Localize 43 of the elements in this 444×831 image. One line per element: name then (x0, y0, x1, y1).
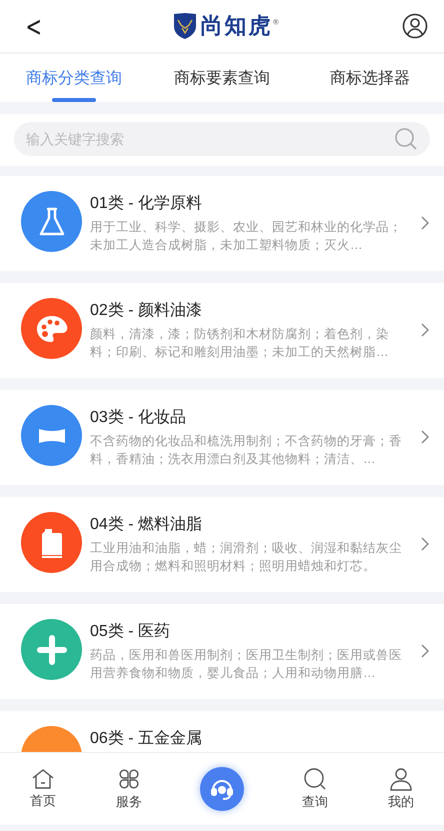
grid-icon (117, 767, 141, 791)
class-card[interactable]: 03类 - 化妆品 不含药物的化妆品和梳洗用制剂；不含药物的牙膏；香料，香精油；洗衣用漂白剂及其他物料；清洁、… (0, 390, 444, 485)
search-icon (303, 767, 327, 791)
nav-tab[interactable]: 查询 (272, 767, 358, 811)
plus-icon (36, 634, 68, 666)
category-tab[interactable]: 商标选择器 (296, 54, 444, 102)
chevron-right-icon (420, 322, 430, 338)
canister-icon (40, 526, 64, 558)
class-description: 用于工业、科学、摄影、农业、园艺和林业的化学品；未加工人造合成树脂，未加工塑料物质；灭火… (90, 219, 403, 254)
class-title: 02类 - 颜料油漆 (90, 300, 204, 321)
category-tab[interactable]: 商标要素查询 (148, 54, 296, 102)
profile-icon[interactable] (402, 13, 428, 39)
class-card[interactable]: 06类 - 五金金属 (0, 711, 444, 752)
class-title: 05类 - 医药 (90, 622, 172, 642)
palette-icon (34, 314, 68, 344)
class-description: 颜料，清漆，漆；防锈剂和木材防腐剂；着色剂，染料；印刷、标记和雕刻用油墨；未加工的天然树脂… (90, 326, 390, 361)
class-title: 06类 - 五金金属 (90, 728, 204, 749)
class-title: 04类 - 燃料油脂 (90, 514, 204, 535)
category-tab[interactable]: 商标分类查询 (0, 54, 148, 102)
customer-service-button[interactable] (200, 767, 244, 811)
class-card[interactable]: 04类 - 燃料油脂 工业用油和油脂，蜡；润滑剂；吸收、润湿和黏结灰尘用合成物；燃料和照明材料；照明用蜡烛和灯芯。 (0, 497, 444, 592)
nav-tab[interactable]: 我的 (358, 767, 444, 811)
class-description: 工业用油和油脂，蜡；润滑剂；吸收、润湿和黏结灰尘用合成物；燃料和照明材料；照明用蜡烛和灯芯。 (90, 540, 403, 575)
class-card[interactable]: 01类 - 化学原料 用于工业、科学、摄影、农业、园艺和林业的化学品；未加工人造合成树脂，未加工塑料物质；灭火… (0, 176, 444, 271)
search-field[interactable]: 输入关键字搜索 (14, 122, 430, 156)
home-icon (31, 768, 55, 790)
chevron-right-icon (420, 429, 430, 445)
class-card[interactable]: 05类 - 医药 药品，医用和兽医用制剂；医用卫生制剂；医用或兽医用营养食物和物质，婴儿食品；人用和动物用膳… (0, 604, 444, 699)
chevron-right-icon (420, 536, 430, 552)
class-card[interactable]: 02类 - 颜料油漆 颜料，清漆，漆；防锈剂和木材防腐剂；着色剂，染料；印刷、标记和雕刻用油墨；未加工的天然树脂… (0, 283, 444, 378)
search-icon (394, 127, 418, 151)
nav-tab[interactable]: 服务 (86, 767, 172, 811)
class-description: 药品，医用和兽医用制剂；医用卫生制剂；医用或兽医用营养食物和物质，婴儿食品；人用和动物用膳… (90, 647, 403, 682)
class-description: 不含药物的化妆品和梳洗用制剂；不含药物的牙膏；香料，香精油；洗衣用漂白剂及其他物料；清洁、… (90, 433, 403, 468)
chevron-right-icon (420, 215, 430, 231)
class-title: 01类 - 化学原料 (90, 194, 204, 214)
back-button[interactable]: < (21, 10, 46, 42)
shield-logo-icon (172, 12, 197, 40)
nav-tab[interactable]: 首页 (0, 768, 86, 810)
class-title: 03类 - 化妆品 (90, 408, 188, 428)
chevron-right-icon (420, 643, 430, 659)
brand-name: 尚知虎$^{®}$ (200, 12, 281, 40)
user-icon (389, 767, 413, 791)
